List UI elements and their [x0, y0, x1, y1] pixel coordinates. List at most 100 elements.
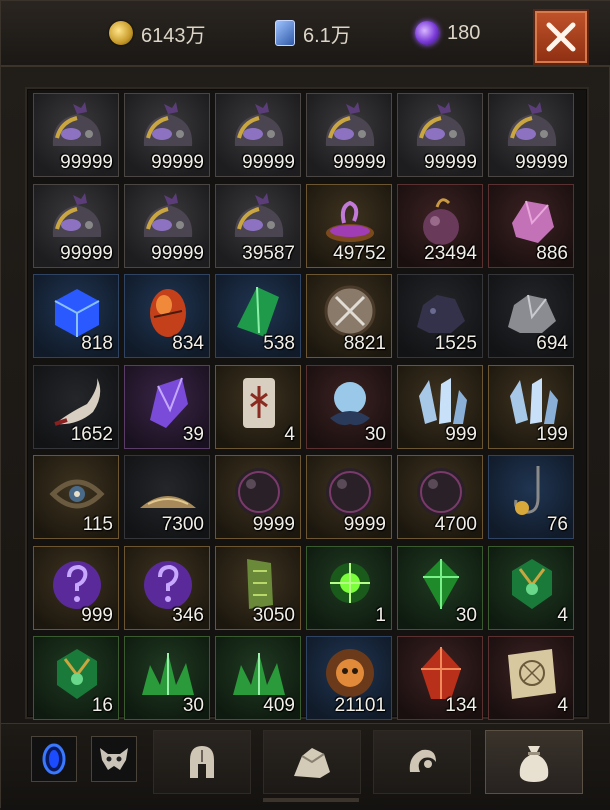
tab-beasts[interactable]	[373, 730, 471, 794]
item-slot[interactable]: 99999	[33, 93, 119, 177]
green-shard-pile-icon	[142, 653, 194, 695]
dark-helmet-icon	[52, 102, 102, 146]
item-quantity: 999	[81, 604, 113, 626]
item-quantity: 1	[375, 604, 386, 626]
item-slot[interactable]: 1	[306, 545, 392, 630]
gold-currency: 6143万	[109, 19, 206, 47]
item-slot[interactable]: 99999	[488, 93, 574, 177]
item-slot[interactable]: 99999	[124, 183, 210, 268]
dark-helmet-icon	[234, 192, 284, 237]
tab-equipment[interactable]	[153, 730, 251, 794]
item-slot[interactable]: 4	[215, 364, 301, 449]
dark-sphere-icon	[326, 468, 374, 516]
item-slot[interactable]: 49752	[306, 183, 392, 268]
item-quantity: 999	[445, 423, 477, 445]
item-quantity: 4	[284, 423, 295, 445]
item-quantity: 99999	[151, 152, 204, 173]
silver-ore-icon	[508, 294, 556, 333]
item-quantity: 1652	[70, 423, 113, 445]
item-slot[interactable]: 115	[33, 455, 119, 539]
gold-coin-icon	[109, 21, 133, 45]
purple-shard-icon	[150, 377, 188, 428]
item-slot[interactable]: 39	[124, 364, 210, 449]
item-slot[interactable]: 886	[488, 183, 574, 268]
item-slot[interactable]: 39587	[215, 183, 301, 268]
item-slot[interactable]: 99999	[124, 93, 210, 177]
item-slot[interactable]: 134	[397, 636, 483, 720]
item-quantity: 99999	[60, 242, 113, 264]
item-quantity: 99999	[333, 152, 386, 173]
crossed-swords-medal-icon	[324, 285, 376, 337]
item-quantity: 99999	[151, 242, 204, 264]
inventory-panel: 99999 99999 99999 99999 99999 99999 99999 99999…	[25, 87, 589, 720]
item-slot[interactable]: 9999	[215, 455, 301, 539]
item-quantity: 49752	[333, 242, 386, 264]
item-quantity: 834	[172, 333, 204, 354]
item-slot[interactable]: 346	[124, 545, 210, 630]
item-slot[interactable]: 4	[488, 636, 574, 720]
item-quantity: 818	[81, 333, 113, 354]
item-slot[interactable]: 99999	[306, 93, 392, 177]
pearl-orb-icon	[330, 381, 370, 425]
item-slot[interactable]: 99999	[397, 93, 483, 177]
item-slot[interactable]: 76	[488, 455, 574, 539]
fire-skull-orb-icon	[326, 649, 374, 697]
item-slot[interactable]: 30	[124, 636, 210, 720]
dark-helmet-icon	[325, 102, 375, 146]
item-slot[interactable]: 8821	[306, 274, 392, 358]
item-slot[interactable]: 16	[33, 636, 119, 720]
close-button[interactable]	[533, 9, 589, 65]
mask-button[interactable]	[91, 736, 137, 782]
item-quantity: 39	[182, 423, 204, 445]
green-emblem-icon	[57, 649, 97, 699]
item-quantity: 99999	[60, 152, 113, 173]
tab-indicator	[263, 798, 359, 802]
item-quantity: 7300	[161, 514, 204, 535]
item-slot[interactable]: 23494	[397, 183, 483, 268]
tab-materials[interactable]	[263, 730, 361, 794]
green-emblem-icon	[512, 558, 552, 609]
item-slot[interactable]: 3050	[215, 545, 301, 630]
item-quantity: 16	[91, 695, 113, 716]
purple-cauldron-icon	[326, 200, 374, 242]
mystery-purple-stone-icon	[53, 560, 101, 609]
item-slot[interactable]: 99999	[215, 93, 301, 177]
dark-sphere-icon	[417, 468, 465, 516]
item-quantity: 538	[263, 333, 295, 354]
item-slot[interactable]: 999	[397, 364, 483, 449]
item-slot[interactable]: 4700	[397, 455, 483, 539]
item-quantity: 1525	[434, 333, 477, 354]
item-slot[interactable]: 30	[397, 545, 483, 630]
item-slot[interactable]: 199	[488, 364, 574, 449]
item-slot[interactable]: 1652	[33, 364, 119, 449]
item-slot[interactable]: 30	[306, 364, 392, 449]
item-slot[interactable]: 818	[33, 274, 119, 358]
item-slot[interactable]: 4	[488, 545, 574, 630]
portal-button[interactable]	[31, 736, 77, 782]
item-slot[interactable]: 834	[124, 274, 210, 358]
dark-helmet-icon	[52, 192, 102, 237]
item-slot[interactable]: 99999	[33, 183, 119, 268]
item-slot[interactable]: 21101	[306, 636, 392, 720]
item-slot[interactable]: 409	[215, 636, 301, 720]
close-icon	[546, 22, 576, 52]
eye-amulet-icon	[49, 479, 105, 509]
item-slot[interactable]: 1525	[397, 274, 483, 358]
item-grid: 99999 99999 99999 99999 99999 99999 99999 99999…	[33, 93, 581, 720]
dark-helmet-icon	[143, 192, 193, 237]
item-quantity: 886	[536, 242, 568, 264]
item-quantity: 9999	[252, 514, 295, 535]
item-quantity: 4	[557, 604, 568, 626]
item-quantity: 8821	[343, 333, 386, 354]
item-slot[interactable]: 538	[215, 274, 301, 358]
item-slot[interactable]: 999	[33, 545, 119, 630]
item-slot[interactable]: 694	[488, 274, 574, 358]
tab-bag[interactable]	[485, 730, 583, 794]
item-slot[interactable]: 7300	[124, 455, 210, 539]
item-slot[interactable]: 9999	[306, 455, 392, 539]
dark-helmet-icon	[234, 102, 284, 146]
fishing-hook-icon	[514, 466, 540, 515]
fire-egg-icon	[150, 289, 186, 337]
green-shard-pile-icon	[233, 653, 285, 695]
ice-crystal-icon	[419, 377, 467, 424]
